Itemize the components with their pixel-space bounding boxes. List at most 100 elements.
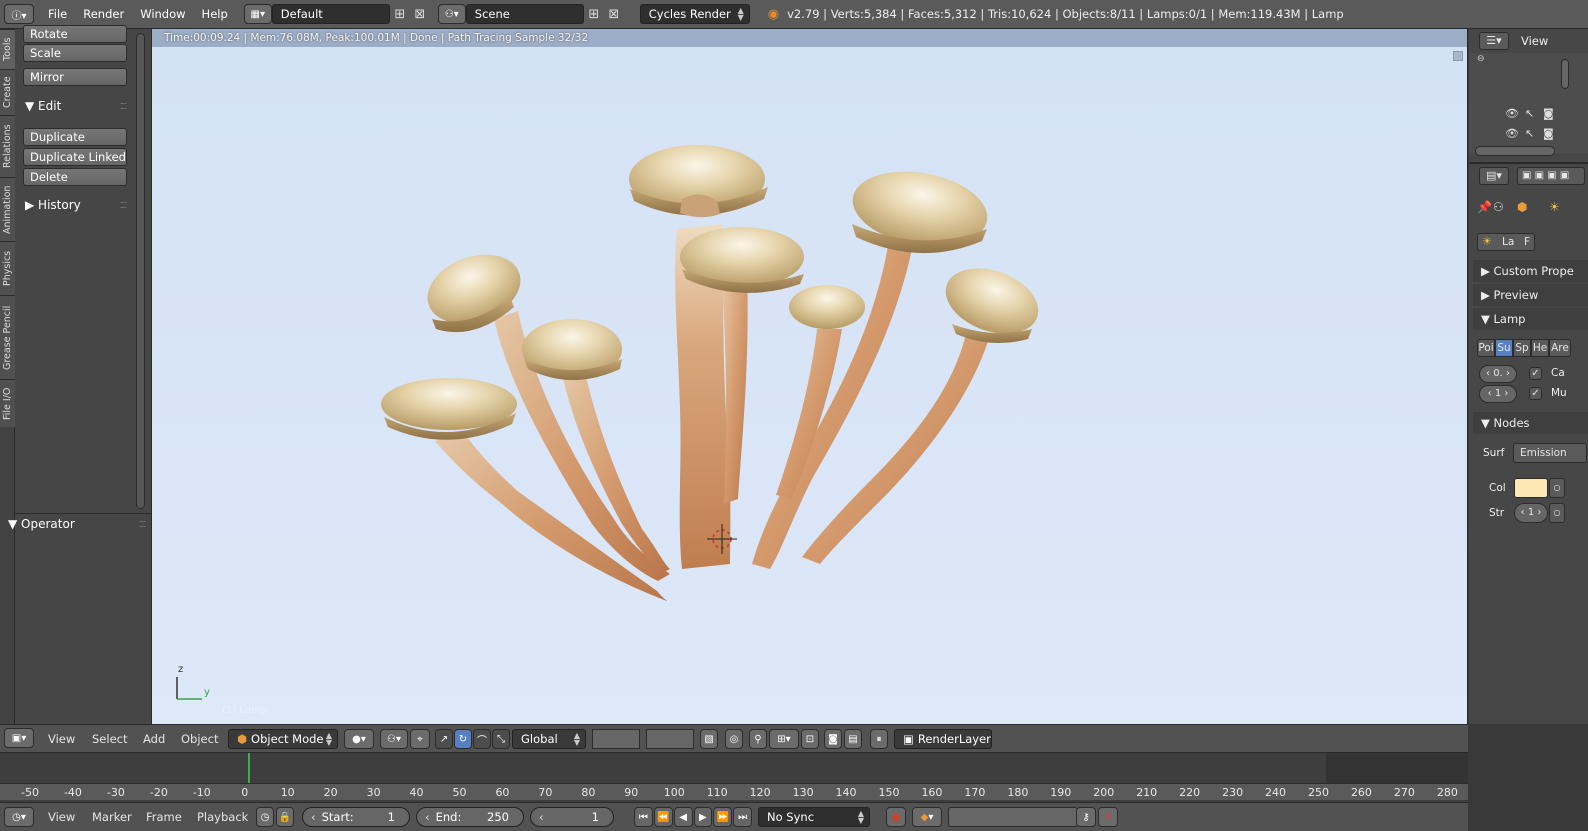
visibility-eye-icon[interactable]: 👁	[1505, 127, 1519, 140]
render-engine-dropdown[interactable]: Cycles Render ▲ ▼	[639, 4, 750, 24]
duplicate-linked-button[interactable]: Duplicate Linked	[23, 148, 127, 166]
surface-shader-dropdown[interactable]: Emission	[1513, 443, 1587, 463]
tab-physics[interactable]: Physics	[0, 241, 15, 295]
delete-button[interactable]: Delete	[23, 168, 127, 186]
pin-icon[interactable]: 📌	[1477, 200, 1492, 214]
tab-file-io[interactable]: File I/O	[0, 379, 15, 427]
remove-scene-icon[interactable]: ⊠	[604, 4, 624, 24]
fake-user-toggle[interactable]: F	[1524, 236, 1530, 248]
lamp-datablock-field[interactable]: ☀ La F	[1477, 233, 1535, 251]
lamp-color-swatch[interactable]	[1514, 478, 1548, 498]
play-reverse-icon[interactable]: ◀	[673, 807, 693, 827]
collapse-icon[interactable]: ⊖	[1477, 54, 1485, 64]
duplicate-button[interactable]: Duplicate	[23, 128, 127, 146]
add-scene-icon[interactable]: ⊞	[584, 4, 604, 24]
timeline-menu-view[interactable]: View	[48, 810, 75, 824]
layer-buttons-2[interactable]	[646, 729, 694, 749]
menu-select[interactable]: Select	[92, 732, 127, 746]
render-camera-icon[interactable]: ◙	[1543, 127, 1554, 140]
menu-object[interactable]: Object	[181, 732, 218, 746]
visibility-eye-icon[interactable]: 👁	[1505, 107, 1519, 120]
lamp-type-selector[interactable]: Poi Su Sp He Are	[1477, 339, 1585, 357]
operator-panel-header[interactable]: ▼ Operator	[8, 517, 75, 531]
curve-icon[interactable]: ⌒	[473, 729, 491, 749]
screen-layout-dropdown[interactable]: Default	[271, 4, 390, 24]
mirror-button[interactable]: Mirror	[23, 68, 127, 86]
tab-animation[interactable]: Animation	[0, 177, 15, 241]
preview-header[interactable]: ▶ Preview	[1481, 288, 1538, 302]
lamp-size-field[interactable]: ‹ 0. ›	[1479, 365, 1517, 383]
tab-tools[interactable]: Tools	[0, 29, 15, 69]
tab-create[interactable]: Create	[0, 69, 15, 115]
lamp-type-hemi[interactable]: He	[1531, 339, 1549, 357]
scene-icon[interactable]: ⚇▾	[437, 4, 466, 24]
jump-start-icon[interactable]: ⏮	[634, 807, 653, 827]
history-panel-header[interactable]: ▶ History	[25, 198, 81, 212]
menu-window[interactable]: Window	[132, 7, 193, 21]
snap-element-icon[interactable]: ⊞▾	[769, 729, 799, 749]
3d-viewport[interactable]: Time:00:09.24 | Mem:76.08M, Peak:100.01M…	[152, 29, 1468, 724]
properties-tabs[interactable]: ▣ ▣ ▣ ▣	[1517, 167, 1585, 185]
region-toggle-icon[interactable]	[1453, 51, 1463, 61]
remove-layout-icon[interactable]: ⊠	[410, 4, 430, 24]
multiple-importance-checkbox[interactable]: ✓	[1529, 387, 1542, 400]
play-icon[interactable]: ▶	[693, 807, 713, 827]
lamp-type-spot[interactable]: Sp	[1513, 339, 1531, 357]
nodes-panel-header[interactable]: ▼ Nodes	[1481, 416, 1530, 430]
align-icon[interactable]: ⊡	[801, 729, 819, 749]
timeline-editor-type-icon[interactable]: ◷▾	[4, 807, 34, 827]
lamp-panel-header[interactable]: ▼ Lamp	[1481, 312, 1525, 326]
outliner-view-menu[interactable]: View	[1521, 34, 1548, 48]
strength-field[interactable]: ‹ 1 ›	[1514, 503, 1548, 523]
lamp-type-sun[interactable]: Su	[1495, 339, 1513, 357]
tab-grease-pencil[interactable]: Grease Pencil	[0, 295, 15, 379]
lamp-type-area[interactable]: Are	[1549, 339, 1571, 357]
edit-panel-header[interactable]: ▼ Edit	[25, 99, 61, 113]
layer-buttons-1[interactable]	[592, 729, 640, 749]
mode-dropdown[interactable]: ⬢ Object Mode ▲ ▼	[228, 729, 338, 749]
delete-keyframe-icon[interactable]: ✕	[1098, 807, 1118, 827]
orientation-dropdown[interactable]: Global ▲ ▼	[512, 729, 586, 749]
selectable-arrow-icon[interactable]: ↖	[1525, 127, 1534, 140]
lock-icon[interactable]: 🔒	[276, 807, 294, 827]
render-still-icon[interactable]: ◙	[824, 729, 842, 749]
screen-layout-icon[interactable]: ▦▾	[243, 4, 272, 24]
current-frame-marker[interactable]	[248, 753, 250, 786]
tab-relations[interactable]: Relations	[0, 115, 15, 177]
panel-grip-icon[interactable]: ⁚⁚⁚⁚	[120, 102, 127, 111]
cast-shadow-checkbox[interactable]: ✓	[1529, 367, 1542, 380]
snap-icon[interactable]: ⚲	[749, 729, 767, 749]
active-keying-set-field[interactable]	[948, 807, 1078, 827]
prev-keyframe-icon[interactable]: ⏪	[653, 807, 673, 827]
lamp-samples-field[interactable]: ‹ 1 ›	[1479, 385, 1517, 403]
viewport-shading-icon[interactable]: ●▾	[344, 729, 374, 749]
pivot-point-icon[interactable]: ⚇▾	[380, 729, 408, 749]
auto-keying-record-icon[interactable]: ●	[886, 807, 906, 827]
view3d-editor-type-icon[interactable]: ▣▾	[4, 728, 34, 748]
proportional-edit-icon[interactable]: ◎	[725, 729, 743, 749]
outliner-editor-type-icon[interactable]: ☰▾	[1479, 32, 1509, 50]
strength-socket-icon[interactable]: ○	[1549, 503, 1565, 523]
tool-shelf-scrollbar[interactable]	[136, 33, 145, 509]
selectable-arrow-icon[interactable]: ↖	[1525, 107, 1534, 120]
rotate-manipulator-icon[interactable]: ↻	[454, 729, 472, 749]
insert-keyframe-icon[interactable]: ⚷	[1076, 807, 1096, 827]
scale-manipulator-icon[interactable]: ⤡	[492, 729, 510, 749]
timeline-menu-marker[interactable]: Marker	[92, 810, 132, 824]
timeline-menu-playback[interactable]: Playback	[197, 810, 248, 824]
manipulator-icon[interactable]: ⌖	[410, 729, 430, 749]
jump-end-icon[interactable]: ⏭	[733, 807, 752, 827]
render-camera-icon[interactable]: ◙	[1543, 107, 1554, 120]
render-layer-toggle-icon[interactable]: ⏸	[870, 729, 888, 749]
current-frame-field[interactable]: ‹ 1	[530, 807, 614, 827]
custom-properties-header[interactable]: ▶ Custom Prope	[1481, 264, 1574, 278]
timeline-ruler[interactable]: -50 -40 -30 -20 -10 0 10 20 30 40 50 60 70 80 90 100 110…	[0, 783, 1468, 800]
add-layout-icon[interactable]: ⊞	[390, 4, 410, 24]
menu-view[interactable]: View	[48, 732, 75, 746]
start-frame-field[interactable]: ‹ Start: 1	[302, 807, 410, 827]
lock-camera-icon[interactable]: ▧	[700, 729, 718, 749]
scene-dropdown[interactable]: Scene	[465, 4, 584, 24]
preview-range-icon[interactable]: ◷	[256, 807, 274, 827]
sync-mode-dropdown[interactable]: No Sync ▲ ▼	[758, 807, 870, 827]
next-keyframe-icon[interactable]: ⏩	[713, 807, 733, 827]
